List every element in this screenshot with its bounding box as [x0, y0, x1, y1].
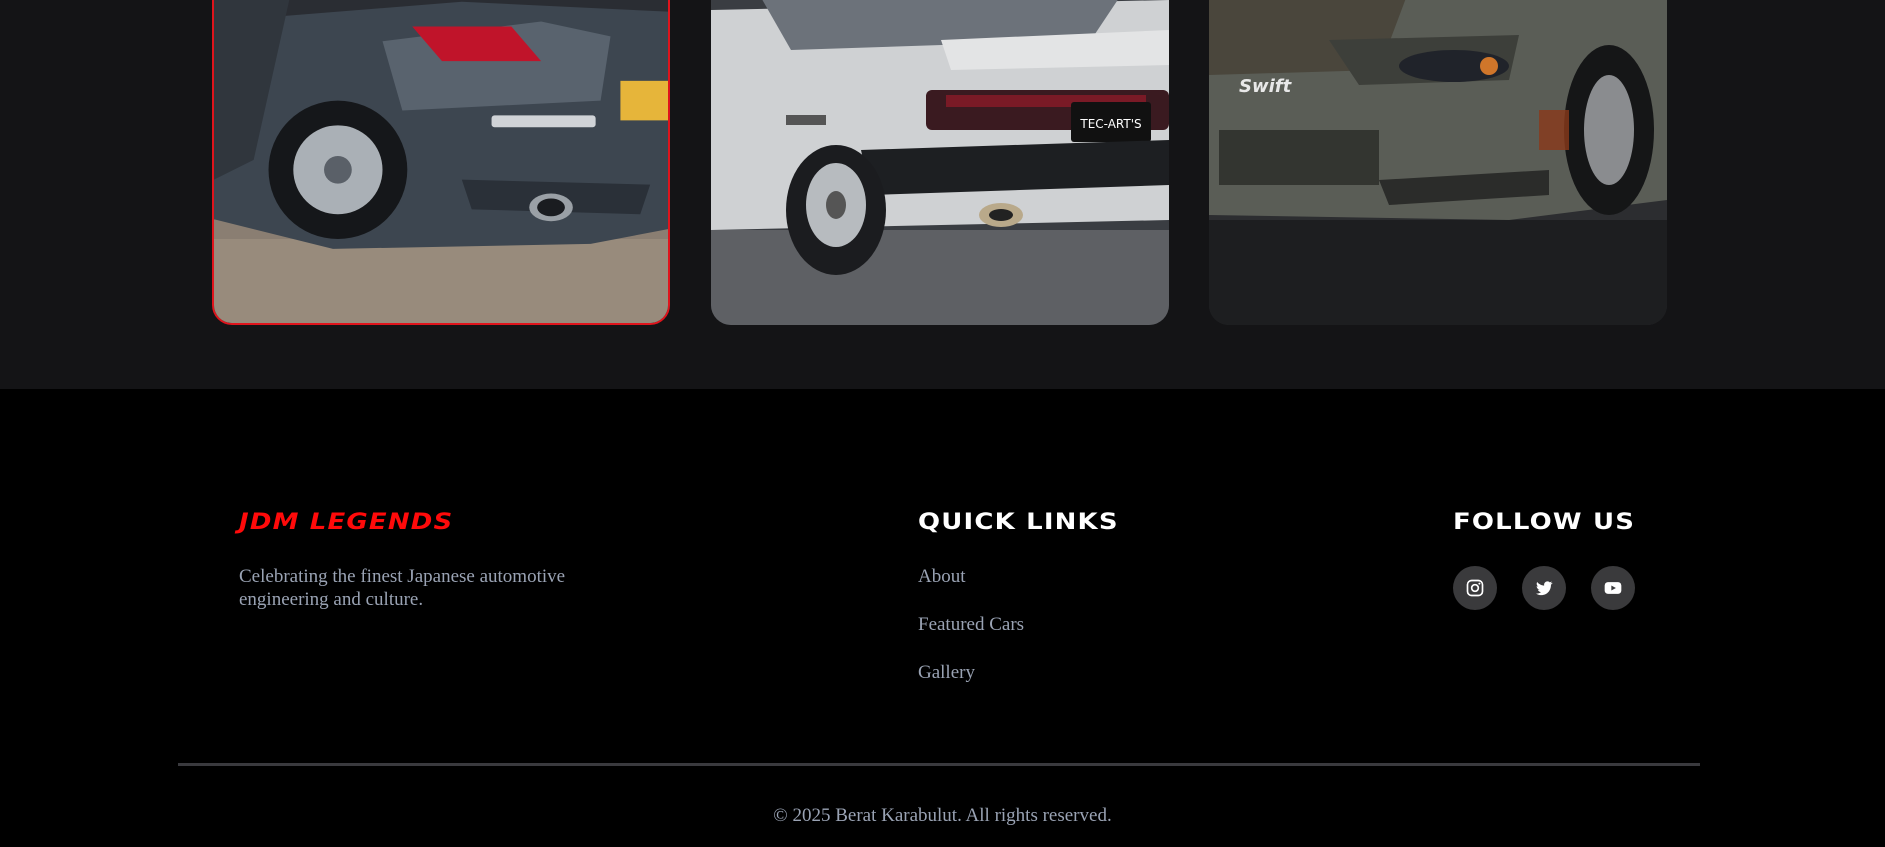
quick-links-title: QUICK LINKS [918, 510, 1119, 535]
svg-text:TEC-ART'S: TEC-ART'S [1079, 117, 1141, 131]
gallery-card-silvia[interactable]: Swift [1209, 0, 1667, 325]
twitter-icon [1536, 581, 1553, 596]
brand-title: JDM LEGENDS [239, 510, 454, 535]
gallery-card-ae86[interactable]: TEC-ART'S [711, 0, 1169, 325]
link-about[interactable]: About [918, 566, 966, 588]
follow-us-title: FOLLOW US [1453, 510, 1636, 535]
brand-description: Celebrating the finest Japanese automoti… [239, 566, 566, 610]
footer: JDM LEGENDS Celebrating the finest Japan… [0, 389, 1885, 847]
footer-divider [178, 763, 1700, 766]
instagram-link[interactable] [1453, 566, 1497, 610]
youtube-link[interactable] [1591, 566, 1635, 610]
gallery-section: TEC-ART'S Swift [0, 0, 1885, 389]
svg-text:Swift: Swift [1239, 76, 1293, 97]
instagram-icon [1466, 579, 1484, 597]
link-gallery[interactable]: Gallery [918, 662, 975, 684]
gallery-card-350z[interactable] [212, 0, 670, 325]
car-image-350z [214, 0, 668, 323]
car-image-ae86: TEC-ART'S [711, 0, 1169, 325]
car-image-silvia: Swift [1209, 0, 1667, 325]
link-featured-cars[interactable]: Featured Cars [918, 614, 1024, 636]
copyright-text: © 2025 Berat Karabulut. All rights reser… [773, 805, 1112, 826]
youtube-icon [1604, 582, 1622, 594]
twitter-link[interactable] [1522, 566, 1566, 610]
